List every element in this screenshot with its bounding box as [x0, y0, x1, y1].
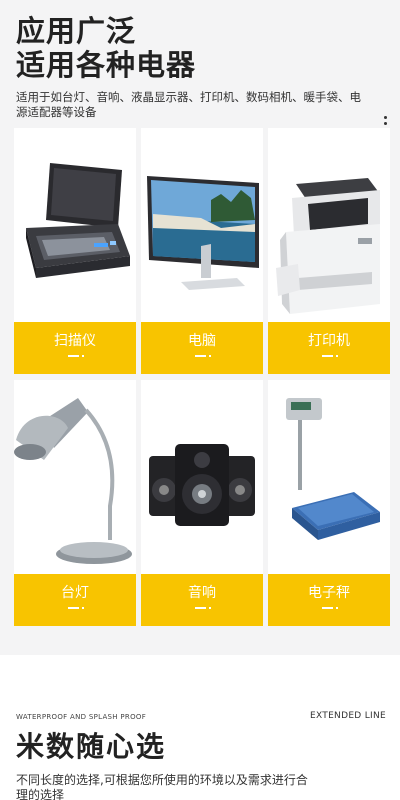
waterproof-tag: WATERPROOF AND SPLASH PROOF	[16, 713, 147, 721]
product-label: 打印机	[308, 333, 350, 349]
product-label-bar: 音响	[141, 574, 263, 626]
extended-line-tag: EXTENDED LINE	[309, 711, 386, 721]
label-underline-dot	[336, 607, 338, 609]
product-label-bar: 电子秤	[268, 574, 390, 626]
desk-lamp-icon	[14, 380, 136, 574]
product-label-bar: 电脑	[141, 322, 263, 374]
label-underline	[68, 355, 79, 357]
monitor-icon	[141, 128, 263, 322]
label-underline	[322, 355, 333, 357]
label-underline-dot	[82, 355, 84, 357]
product-card-monitor[interactable]: 电脑	[141, 128, 263, 374]
product-card-speaker[interactable]: 音响	[141, 380, 263, 626]
label-underline	[195, 355, 206, 357]
applications-section: 应用广泛 适用各种电器 适用于如台灯、音响、液晶显示器、打印机、数码相机、暖手袋…	[0, 0, 400, 655]
product-card-printer[interactable]: 打印机	[268, 128, 390, 374]
title-line-2: 适用各种电器	[16, 48, 197, 82]
scanner-icon	[14, 128, 136, 322]
product-label: 扫描仪	[54, 333, 96, 349]
label-underline-dot	[209, 607, 211, 609]
product-card-electronic-scale[interactable]: 电子秤	[268, 380, 390, 626]
page: 应用广泛 适用各种电器 适用于如台灯、音响、液晶显示器、打印机、数码相机、暖手袋…	[0, 0, 400, 800]
label-underline	[68, 607, 79, 609]
product-label-bar: 打印机	[268, 322, 390, 374]
printer-icon	[268, 128, 390, 322]
product-grid: 扫描仪 电脑 打印机 台灯 音响 电子秤	[14, 128, 390, 626]
product-card-scanner[interactable]: 扫描仪	[14, 128, 136, 374]
product-label-bar: 台灯	[14, 574, 136, 626]
page-subtitle: 适用于如台灯、音响、液晶显示器、打印机、数码相机、暖手袋、电源适配器等设备	[16, 90, 361, 119]
page-title: 应用广泛 适用各种电器	[16, 14, 196, 82]
label-underline	[195, 607, 206, 609]
label-underline-dot	[336, 355, 338, 357]
label-underline	[322, 607, 333, 609]
speaker-icon	[141, 380, 263, 574]
electronic-scale-icon	[268, 380, 390, 574]
section-title: 米数随心选	[16, 730, 167, 763]
label-underline-dot	[209, 355, 211, 357]
product-label-bar: 扫描仪	[14, 322, 136, 374]
title-line-1: 应用广泛	[16, 14, 137, 48]
product-card-desk-lamp[interactable]: 台灯	[14, 380, 136, 626]
product-label: 电子秤	[308, 585, 350, 601]
product-label: 台灯	[61, 585, 89, 601]
product-label: 音响	[188, 585, 216, 601]
label-underline-dot	[82, 607, 84, 609]
section-description: 不同长度的选择,可根据您所使用的环境以及需求进行合理的选择	[16, 773, 308, 800]
length-section: WATERPROOF AND SPLASH PROOF EXTENDED LIN…	[0, 655, 400, 800]
product-label: 电脑	[188, 333, 216, 349]
